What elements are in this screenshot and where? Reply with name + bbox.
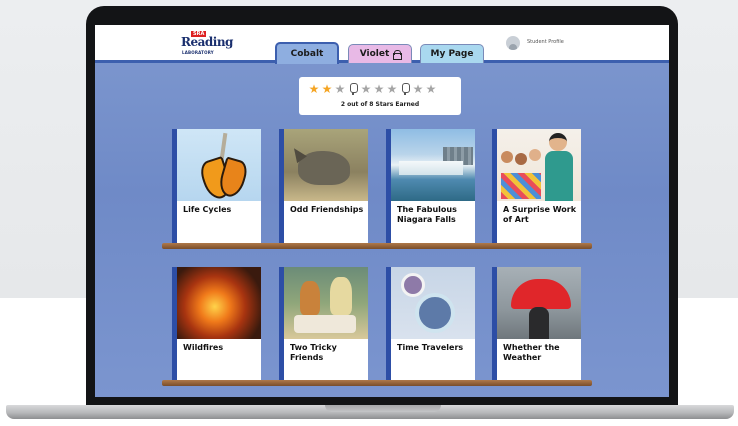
avatar[interactable] [506, 36, 520, 50]
tab-label: Violet [359, 49, 390, 59]
book-cover [391, 267, 475, 339]
book-odd-friendships[interactable]: Odd Friendships [279, 129, 368, 243]
star-icon: ★ [308, 82, 320, 96]
lock-icon [393, 50, 403, 60]
tab-label: My Page [430, 49, 474, 59]
tab-violet[interactable]: Violet [348, 44, 412, 63]
app-logo[interactable]: SRA Reading LABORATORY [181, 31, 233, 57]
book-title: The Fabulous Niagara Falls [397, 205, 457, 224]
logo-subtitle: LABORATORY [182, 50, 214, 55]
book-surprise-work-of-art[interactable]: A Surprise Work of Art [492, 129, 581, 243]
book-title: Time Travelers [397, 343, 464, 352]
book-title: A Surprise Work of Art [503, 205, 577, 224]
book-cover [284, 129, 368, 201]
book-two-tricky-friends[interactable]: Two Tricky Friends [279, 267, 368, 381]
book-cover [497, 267, 581, 339]
bookshelf [162, 380, 592, 386]
book-title: Odd Friendships [290, 205, 364, 214]
book-cover [177, 129, 261, 203]
star-icon: ★ [360, 82, 372, 96]
star-icon: ★ [334, 82, 346, 96]
book-title: Life Cycles [183, 205, 232, 214]
app-screen: SRA Reading LABORATORY Cobalt Violet My … [95, 25, 669, 397]
star-icon: ★ [386, 82, 398, 96]
book-life-cycles[interactable]: Life Cycles [172, 129, 261, 243]
star-icon: ★ [412, 82, 424, 96]
stars-progress: ★ ★ ★ ★ ★ ★ ★ ★ 2 out of 8 Stars Earned [299, 77, 461, 115]
bookshelf [162, 243, 592, 249]
book-niagara-falls[interactable]: The Fabulous Niagara Falls [386, 129, 475, 243]
book-cover [497, 129, 581, 201]
microphone-icon [399, 83, 411, 95]
book-cover [284, 267, 368, 339]
star-icon: ★ [425, 82, 437, 96]
top-bar: SRA Reading LABORATORY Cobalt Violet My … [95, 25, 669, 64]
book-title: Wildfires [183, 343, 224, 352]
book-time-travelers[interactable]: Time Travelers [386, 267, 475, 381]
book-whether-the-weather[interactable]: Whether the Weather [492, 267, 581, 381]
tab-my-page[interactable]: My Page [420, 44, 484, 63]
stars-earned-label: 2 out of 8 Stars Earned [340, 101, 420, 108]
microphone-icon [347, 83, 359, 95]
student-profile-link[interactable]: Student Profile [527, 39, 564, 45]
tab-label: Cobalt [290, 49, 324, 59]
book-title: Two Tricky Friends [290, 343, 337, 362]
tab-cobalt[interactable]: Cobalt [275, 42, 339, 64]
star-icon: ★ [373, 82, 385, 96]
book-title: Whether the Weather [503, 343, 560, 362]
stars-row: ★ ★ ★ ★ ★ ★ ★ ★ [308, 83, 437, 95]
book-cover [177, 267, 261, 339]
book-cover [391, 129, 475, 201]
star-icon: ★ [321, 82, 333, 96]
book-wildfires[interactable]: Wildfires [172, 267, 261, 381]
laptop-notch [325, 405, 441, 412]
logo-name: Reading [181, 35, 233, 49]
